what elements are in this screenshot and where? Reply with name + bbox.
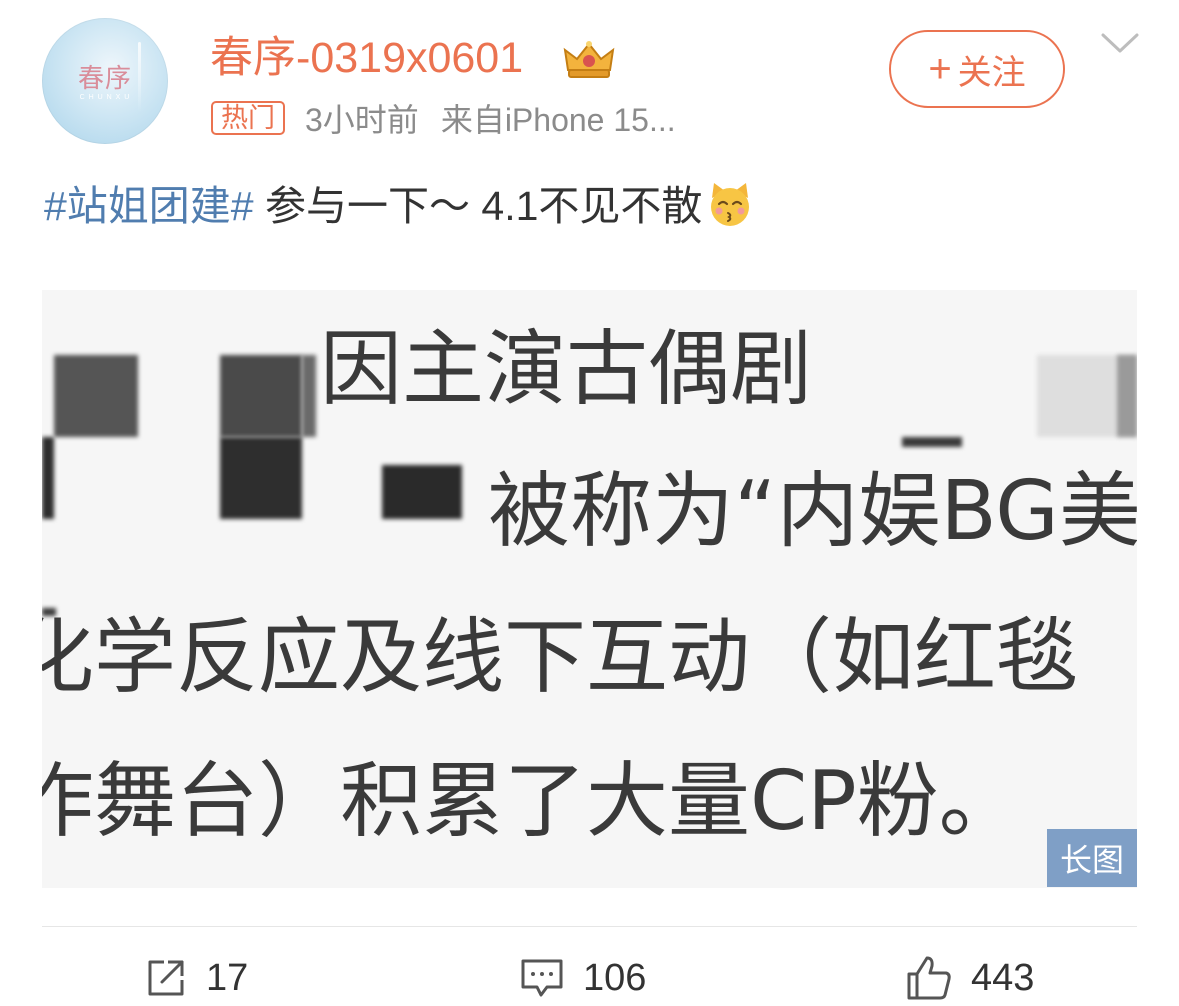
mosaic-block	[382, 465, 462, 519]
avatar-text: 春序	[77, 64, 132, 94]
follow-label: 关注	[957, 53, 1026, 92]
crown-icon	[563, 41, 615, 78]
mosaic-block	[902, 437, 962, 447]
image-text-line-3: 化学反应及线下互动（如红毯	[42, 610, 1079, 705]
mosaic-block	[302, 355, 316, 437]
comment-icon	[521, 959, 563, 997]
avatar[interactable]: 春序 C H U N X U	[42, 18, 168, 144]
plus-icon: +	[928, 47, 952, 91]
post-body: 参与一下～ 4.1不见不散	[253, 183, 703, 229]
mosaic-block	[220, 437, 302, 519]
repost-button[interactable]: 17	[144, 950, 248, 1006]
hashtag-link[interactable]: #站姐团建#	[44, 183, 254, 229]
post-time: 3小时前	[305, 102, 419, 138]
post-image[interactable]: 因主演古偶剧 被称为“内娱BG美 化学反应及线下互动（如红毯 作舞台）积累了大量…	[42, 290, 1137, 888]
mosaic-block	[42, 437, 54, 519]
like-button[interactable]: 443	[905, 950, 1034, 1006]
hot-badge: 热门	[211, 101, 285, 135]
comment-button[interactable]: 106	[519, 950, 646, 1006]
divider	[42, 926, 1137, 927]
image-text-line-4: 作舞台）积累了大量CP粉。	[42, 754, 1021, 849]
post-source: 来自iPhone 15...	[440, 102, 676, 138]
kissing-cat-emoji-icon	[711, 183, 750, 226]
mosaic-block	[54, 355, 138, 437]
comment-count: 106	[583, 956, 647, 999]
image-text-line-2: 被称为“内娱BG美	[488, 464, 1137, 559]
repost-count: 17	[206, 956, 249, 999]
image-text-line-1: 因主演古偶剧	[320, 322, 813, 417]
post-meta: 热门 3小时前 来自iPhone 15...	[211, 99, 698, 138]
thumbs-up-icon	[907, 956, 951, 1000]
username[interactable]: 春序-0319x0601	[210, 32, 523, 84]
repost-icon	[148, 960, 184, 996]
post-text: #站姐团建# 参与一下～ 4.1不见不散	[44, 178, 754, 234]
mosaic-block	[220, 355, 302, 437]
like-count: 443	[971, 956, 1035, 999]
long-image-badge: 长图	[1047, 829, 1137, 887]
avatar-subtext: C H U N X U	[79, 94, 131, 101]
chevron-down-icon[interactable]	[1100, 30, 1140, 56]
follow-button[interactable]: + 关注	[889, 30, 1065, 108]
mosaic-block	[1117, 355, 1137, 437]
